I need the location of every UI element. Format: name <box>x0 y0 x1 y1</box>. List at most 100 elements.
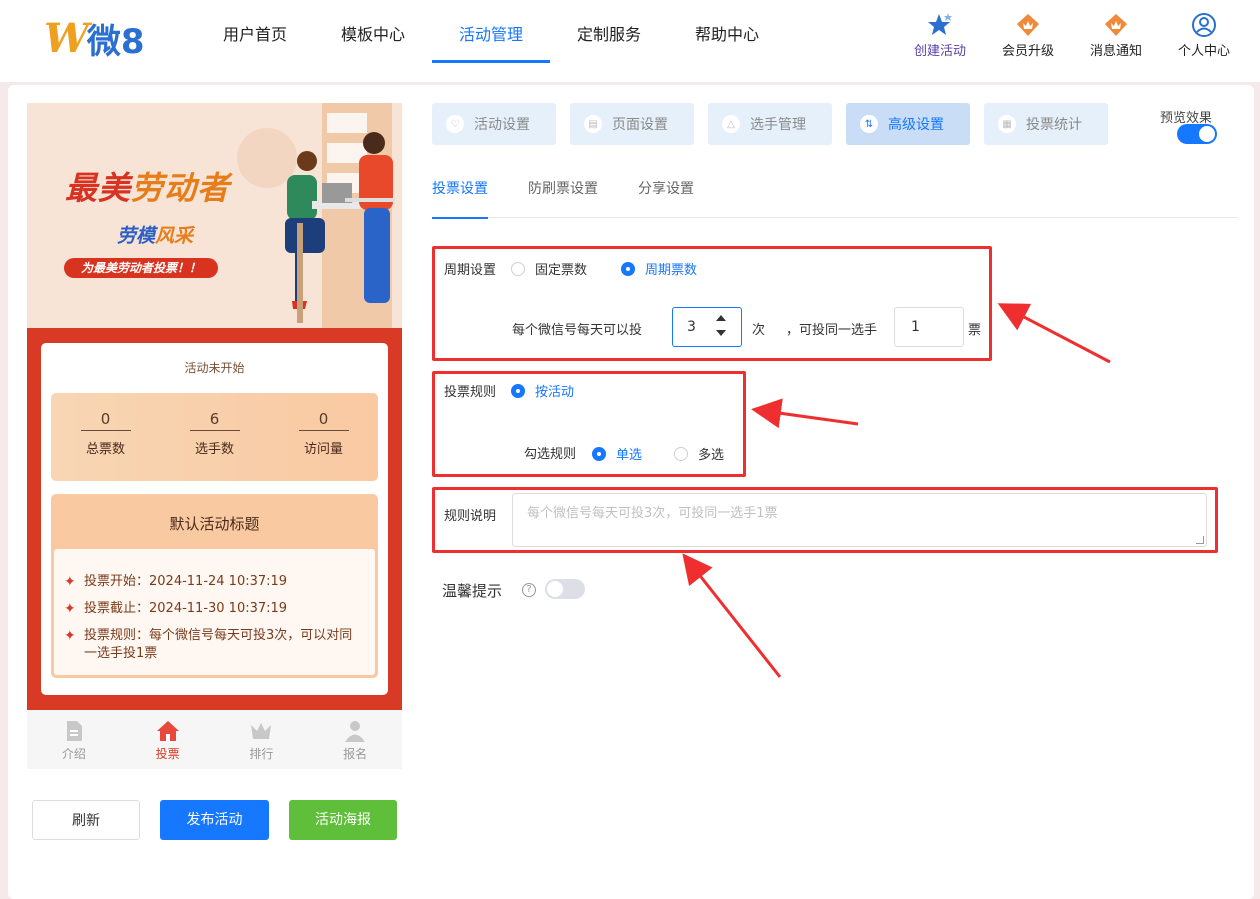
sparkle-icon: ✦ <box>64 628 76 644</box>
tab-vote-settings[interactable]: 投票设置 <box>432 178 488 219</box>
step-advanced-settings[interactable]: ⇅ 高级设置 <box>846 103 970 145</box>
home-icon <box>156 721 179 741</box>
stat-players: 6 选手数 <box>160 393 269 481</box>
stat-total-votes: 0 总票数 <box>51 393 160 481</box>
stat-label: 总票数 <box>85 442 125 457</box>
nav-item-activity-management[interactable]: 活动管理 <box>432 0 550 72</box>
create-star-icon <box>928 13 952 35</box>
sliders-icon: ⇅ <box>860 115 878 133</box>
radio-dot <box>674 446 688 461</box>
radio-dot <box>621 261 635 276</box>
sparkle-icon: ✦ <box>64 601 76 617</box>
activity-info-card: 活动未开始 0 总票数 6 选手数 0 访问量 默认活动标题 ✦ 投票开始：20… <box>41 343 388 695</box>
radio-cycle-votes[interactable]: 周期票数 <box>621 259 697 278</box>
member-upgrade-button[interactable]: 会员升级 <box>984 12 1072 59</box>
stats-panel: 0 总票数 6 选手数 0 访问量 <box>51 393 378 481</box>
step-label: 选手管理 <box>750 117 806 133</box>
rule-text: 投票截止：2024-11-30 10:37:19 <box>84 601 288 616</box>
bottom-nav-label: 介绍 <box>61 747 86 761</box>
page-icon: ▤ <box>584 115 602 133</box>
rule-text: 投票规则：每个微信号每天可投3次，可以对同一选手投1票 <box>84 628 353 661</box>
votes-per-day-value: 3 <box>687 319 696 335</box>
mobile-preview: 最美劳动者 劳模风采 为最美劳动者投票！！ 活动未开始 0 总票数 6 选手数 … <box>27 103 402 769</box>
radio-label: 按活动 <box>535 385 575 400</box>
radio-label: 多选 <box>698 448 725 463</box>
activity-title-box: 默认活动标题 ✦ 投票开始：2024-11-24 10:37:19 ✦ 投票截止：2… <box>51 494 378 678</box>
cycle-settings-label: 周期设置 <box>444 263 497 278</box>
rule-item: ✦ 投票规则：每个微信号每天可投3次，可以对同一选手投1票 <box>64 627 365 663</box>
same-player-votes-input[interactable]: 1 <box>894 307 964 347</box>
preview-bottom-nav: 介绍 投票 排行 报名 <box>27 710 402 769</box>
bottom-nav-label: 报名 <box>343 747 368 761</box>
logo-mark: W <box>44 15 89 62</box>
rule-item: ✦ 投票截止：2024-11-30 10:37:19 <box>64 600 365 618</box>
radio-single-choice[interactable]: 单选 <box>592 444 642 463</box>
tab-share-settings[interactable]: 分享设置 <box>638 178 694 218</box>
bottom-nav-signup[interactable]: 报名 <box>308 710 402 769</box>
bottom-nav-vote[interactable]: 投票 <box>121 710 215 769</box>
radio-multi-choice[interactable]: 多选 <box>674 444 724 463</box>
publish-activity-button[interactable]: 发布活动 <box>160 800 269 840</box>
same-player-unit: 票 <box>968 323 982 338</box>
stat-label: 访问量 <box>303 442 343 457</box>
activity-info-area: 活动未开始 0 总票数 6 选手数 0 访问量 默认活动标题 ✦ 投票开始：20… <box>27 328 402 710</box>
activity-status: 活动未开始 <box>184 361 245 375</box>
user-center-button[interactable]: 个人中心 <box>1160 12 1248 59</box>
nav-item-custom-service[interactable]: 定制服务 <box>550 0 668 72</box>
notifications-button[interactable]: 消息通知 <box>1072 12 1160 59</box>
rule-description-textarea[interactable]: 每个微信号每天可投3次，可投同一选手1票 <box>512 493 1207 547</box>
preview-toggle[interactable] <box>1177 124 1217 144</box>
crown-icon <box>251 723 272 739</box>
step-label: 活动设置 <box>474 117 530 133</box>
banner-subtitle-b: 风采 <box>155 225 194 247</box>
create-activity-label: 创建活动 <box>913 44 966 59</box>
member-upgrade-label: 会员升级 <box>1001 44 1054 59</box>
chevron-down-icon[interactable] <box>716 330 726 336</box>
votes-per-day-input[interactable]: 3 <box>672 307 742 347</box>
create-activity-button[interactable]: 创建活动 <box>896 12 984 59</box>
warning-icon: △ <box>722 115 740 133</box>
nav-item-help[interactable]: 帮助中心 <box>668 0 786 72</box>
logo-text: 微8 <box>86 22 145 62</box>
stat-value: 6 <box>189 410 240 431</box>
rule-item: ✦ 投票开始：2024-11-24 10:37:19 <box>64 573 365 591</box>
tip-toggle[interactable] <box>545 579 585 599</box>
banner-title-b: 劳动者 <box>131 169 231 207</box>
document-icon <box>66 721 82 741</box>
activity-poster-button[interactable]: 活动海报 <box>289 800 397 840</box>
same-player-label: ，可投同一选手 <box>786 323 878 338</box>
logo[interactable]: W 微8 <box>44 14 145 63</box>
sparkle-icon: ✦ <box>64 574 76 590</box>
activity-rules: ✦ 投票开始：2024-11-24 10:37:19 ✦ 投票截止：2024-11-… <box>54 549 375 675</box>
resize-handle-icon[interactable] <box>1196 536 1204 544</box>
step-page-settings[interactable]: ▤ 页面设置 <box>570 103 694 145</box>
heart-icon: ♡ <box>446 115 464 133</box>
stats-icon: ▦ <box>998 115 1016 133</box>
step-label: 高级设置 <box>888 117 944 133</box>
nav-item-home[interactable]: 用户首页 <box>196 0 314 72</box>
step-player-management[interactable]: △ 选手管理 <box>708 103 832 145</box>
radio-dot <box>511 261 525 276</box>
step-vote-statistics[interactable]: ▦ 投票统计 <box>984 103 1108 145</box>
crown-badge-icon <box>1105 14 1127 36</box>
help-icon[interactable]: ? <box>522 583 536 597</box>
banner-subtitle-a: 劳模 <box>117 225 156 247</box>
bottom-nav-ranking[interactable]: 排行 <box>215 710 309 769</box>
step-activity-settings[interactable]: ♡ 活动设置 <box>432 103 556 145</box>
check-rule-label: 勾选规则 <box>524 447 577 462</box>
bottom-nav-label: 投票 <box>155 747 180 761</box>
radio-fixed-votes[interactable]: 固定票数 <box>511 259 587 278</box>
radio-dot <box>592 446 606 461</box>
bottom-nav-intro[interactable]: 介绍 <box>27 710 121 769</box>
radio-by-activity[interactable]: 按活动 <box>511 381 574 400</box>
nav-item-templates[interactable]: 模板中心 <box>314 0 432 72</box>
refresh-button[interactable]: 刷新 <box>32 800 140 840</box>
number-stepper[interactable] <box>715 312 727 342</box>
radio-dot <box>511 383 525 398</box>
radio-label: 周期票数 <box>645 263 698 278</box>
banner-title: 最美劳动者 <box>65 163 230 209</box>
chevron-up-icon[interactable] <box>716 315 726 321</box>
tab-anti-fraud[interactable]: 防刷票设置 <box>528 178 598 218</box>
settings-steps: ♡ 活动设置 ▤ 页面设置 △ 选手管理 ⇅ 高级设置 ▦ 投票统计 <box>432 103 1122 145</box>
stat-value: 0 <box>80 410 131 431</box>
